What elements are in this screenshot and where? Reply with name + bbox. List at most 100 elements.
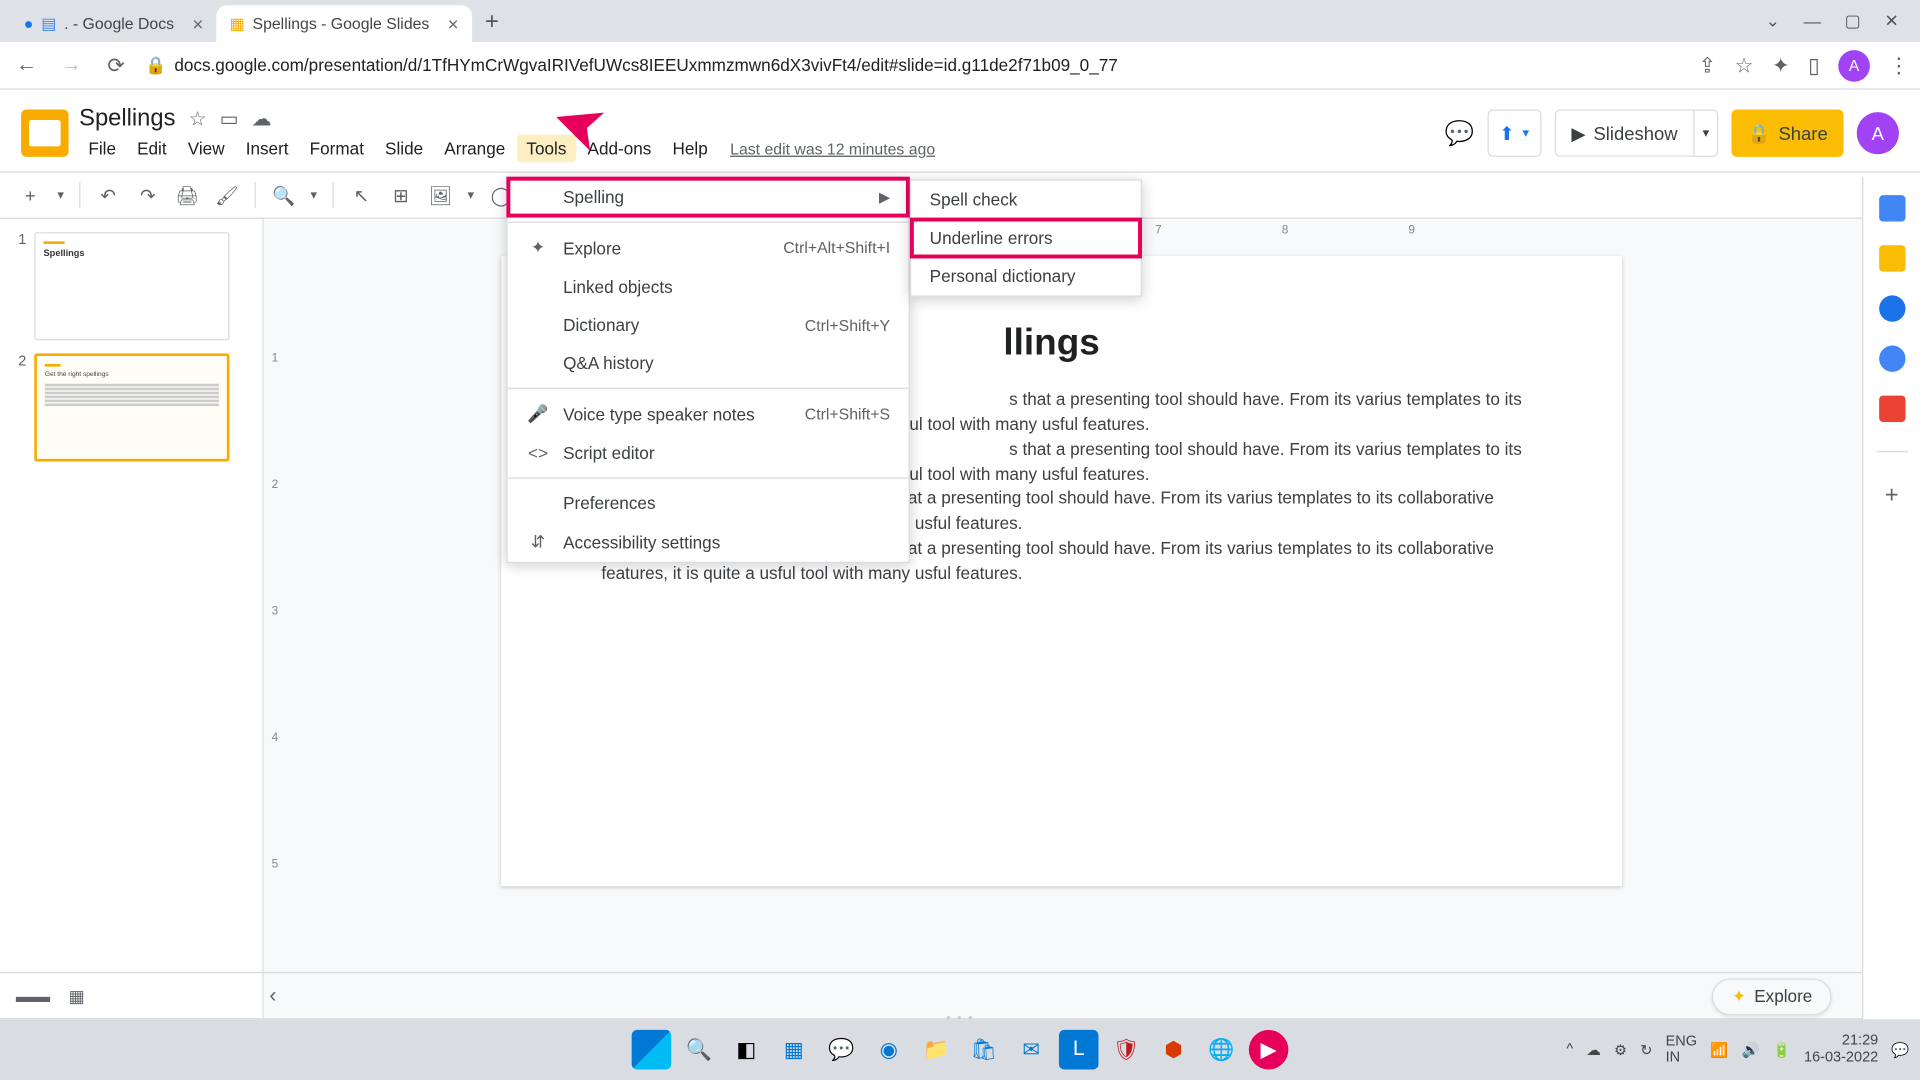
zoom-button[interactable]: 🔍 <box>266 178 300 212</box>
kebab-icon[interactable]: ⋮ <box>1888 52 1909 78</box>
tray-update-icon[interactable]: ↻ <box>1640 1041 1652 1058</box>
menu-item-explore[interactable]: ✦ Explore Ctrl+Alt+Shift+I <box>508 228 909 268</box>
submenu-item-underline-errors[interactable]: Underline errors <box>911 219 1140 257</box>
mcafee-icon[interactable]: 🛡 <box>1106 1030 1146 1070</box>
back-icon[interactable]: ← <box>11 53 43 77</box>
notifications-icon[interactable]: 💬 <box>1891 1041 1909 1058</box>
profile-avatar[interactable]: A <box>1838 49 1870 81</box>
cloud-icon[interactable]: ☁ <box>251 106 271 130</box>
slide-thumbnail-1[interactable]: Spellings <box>34 232 229 340</box>
move-icon[interactable]: ▭ <box>220 106 239 130</box>
maps-icon[interactable] <box>1878 396 1904 422</box>
menu-item-script-editor[interactable]: <> Script editor <box>508 434 909 472</box>
image-tool[interactable]: 🖼 <box>423 178 457 212</box>
submenu-item-spellcheck[interactable]: Spell check <box>911 181 1140 219</box>
new-tab-button[interactable]: + <box>472 7 512 35</box>
last-edit-text[interactable]: Last edit was 12 minutes ago <box>730 139 935 157</box>
explore-button[interactable]: ✦ Explore <box>1712 978 1832 1015</box>
volume-icon[interactable]: 🔊 <box>1741 1041 1759 1058</box>
filmstrip-view-icon[interactable]: ▬▬ <box>16 986 50 1007</box>
slide-thumbnail-2[interactable]: Get the right spellings <box>34 353 229 461</box>
print-button[interactable]: 🖨 <box>170 178 204 212</box>
clock[interactable]: 21:29 16-03-2022 <box>1804 1032 1878 1067</box>
close-icon[interactable]: ✕ <box>1885 11 1899 32</box>
keep-icon[interactable] <box>1878 245 1904 271</box>
grid-view-icon[interactable]: ▦ <box>69 986 85 1007</box>
taskview-icon[interactable]: ◧ <box>727 1030 767 1070</box>
chrome-icon[interactable]: 🌐 <box>1201 1030 1241 1070</box>
menu-item-voice-type[interactable]: 🎤 Voice type speaker notes Ctrl+Shift+S <box>508 394 909 434</box>
slideshow-button[interactable]: ▶ Slideshow <box>1554 109 1693 156</box>
menu-help[interactable]: Help <box>663 135 717 163</box>
star-icon[interactable]: ☆ <box>189 106 207 130</box>
menu-item-spelling[interactable]: Spelling ▶ <box>508 178 909 216</box>
app-pink-icon[interactable]: ▶ <box>1249 1030 1289 1070</box>
star-icon[interactable]: ☆ <box>1735 52 1754 78</box>
menu-item-accessibility[interactable]: ⇵ Accessibility settings <box>508 522 909 562</box>
calendar-icon[interactable] <box>1878 195 1904 221</box>
extensions-icon[interactable]: ✦ <box>1772 52 1790 78</box>
document-title[interactable]: Spellings <box>79 104 175 132</box>
share-button[interactable]: 🔒 Share <box>1732 109 1844 156</box>
close-icon[interactable]: × <box>448 13 459 34</box>
textbox-tool[interactable]: ⊞ <box>384 178 418 212</box>
menu-insert[interactable]: Insert <box>236 135 297 163</box>
start-icon[interactable] <box>632 1030 672 1070</box>
menu-arrange[interactable]: Arrange <box>435 135 514 163</box>
battery-icon[interactable]: 🔋 <box>1773 1041 1791 1058</box>
tab-search-icon[interactable]: ⌄ <box>1766 11 1780 32</box>
edge-icon[interactable]: ◉ <box>869 1030 909 1070</box>
comment-icon[interactable]: 💬 <box>1444 119 1474 147</box>
account-avatar[interactable]: A <box>1857 112 1899 154</box>
menu-file[interactable]: File <box>79 135 125 163</box>
sidepanel-icon[interactable]: ▯ <box>1808 52 1820 78</box>
zoom-dropdown[interactable]: ▾ <box>306 178 322 212</box>
minimize-icon[interactable]: — <box>1804 11 1821 31</box>
browser-tab-docs[interactable]: ● ▤ . - Google Docs × <box>11 5 217 42</box>
menu-slide[interactable]: Slide <box>376 135 433 163</box>
menu-item-preferences[interactable]: Preferences <box>508 484 909 522</box>
language-indicator[interactable]: ENG IN <box>1666 1034 1697 1066</box>
wifi-icon[interactable]: 📶 <box>1710 1041 1728 1058</box>
share-page-icon[interactable]: ⇪ <box>1699 52 1717 78</box>
browser-tab-slides[interactable]: ▦ Spellings - Google Slides × <box>216 5 471 42</box>
tray-chevron-icon[interactable]: ^ <box>1566 1042 1573 1058</box>
paint-format-button[interactable]: 🖌 <box>210 178 244 212</box>
reload-icon[interactable]: ⟳ <box>100 52 132 78</box>
office-icon[interactable]: ⬢ <box>1154 1030 1194 1070</box>
new-slide-dropdown[interactable]: ▾ <box>53 178 69 212</box>
menu-edit[interactable]: Edit <box>128 135 176 163</box>
add-addon-icon[interactable]: + <box>1885 481 1899 509</box>
select-tool[interactable]: ↖ <box>344 178 378 212</box>
contacts-icon[interactable] <box>1878 345 1904 371</box>
submenu-item-personal-dictionary[interactable]: Personal dictionary <box>911 257 1140 295</box>
menu-item-qa-history[interactable]: Q&A history <box>508 344 909 382</box>
present-button[interactable]: ⬆ ▾ <box>1487 109 1541 156</box>
address-bar[interactable]: 🔒 docs.google.com/presentation/d/1TfHYmC… <box>145 55 1685 76</box>
app-l-icon[interactable]: L <box>1059 1030 1099 1070</box>
collapse-panel-icon[interactable]: ‹ <box>269 984 276 1008</box>
new-slide-button[interactable]: + <box>13 178 47 212</box>
widgets-icon[interactable]: ▦ <box>774 1030 814 1070</box>
cloud-tray-icon[interactable]: ☁ <box>1586 1041 1601 1058</box>
thumbnail-row[interactable]: 2 Get the right spellings <box>8 353 255 461</box>
slides-logo-icon[interactable] <box>21 109 68 156</box>
slideshow-dropdown[interactable]: ▾ <box>1693 109 1718 156</box>
chat-icon[interactable]: 💬 <box>822 1030 862 1070</box>
tray-app-icon[interactable]: ⚙ <box>1614 1041 1627 1058</box>
redo-button[interactable]: ↷ <box>131 178 165 212</box>
tasks-icon[interactable] <box>1878 295 1904 321</box>
close-icon[interactable]: × <box>192 13 203 34</box>
menu-item-dictionary[interactable]: Dictionary Ctrl+Shift+Y <box>508 306 909 344</box>
explorer-icon[interactable]: 📁 <box>916 1030 956 1070</box>
menu-format[interactable]: Format <box>300 135 373 163</box>
image-dropdown[interactable]: ▾ <box>463 178 479 212</box>
search-icon[interactable]: 🔍 <box>679 1030 719 1070</box>
store-icon[interactable]: 🛍 <box>964 1030 1004 1070</box>
undo-button[interactable]: ↶ <box>91 178 125 212</box>
maximize-icon[interactable]: ▢ <box>1845 11 1861 32</box>
menu-view[interactable]: View <box>178 135 233 163</box>
mail-icon[interactable]: ✉ <box>1011 1030 1051 1070</box>
menu-item-linked-objects[interactable]: Linked objects <box>508 268 909 306</box>
thumbnail-row[interactable]: 1 Spellings <box>8 232 255 340</box>
